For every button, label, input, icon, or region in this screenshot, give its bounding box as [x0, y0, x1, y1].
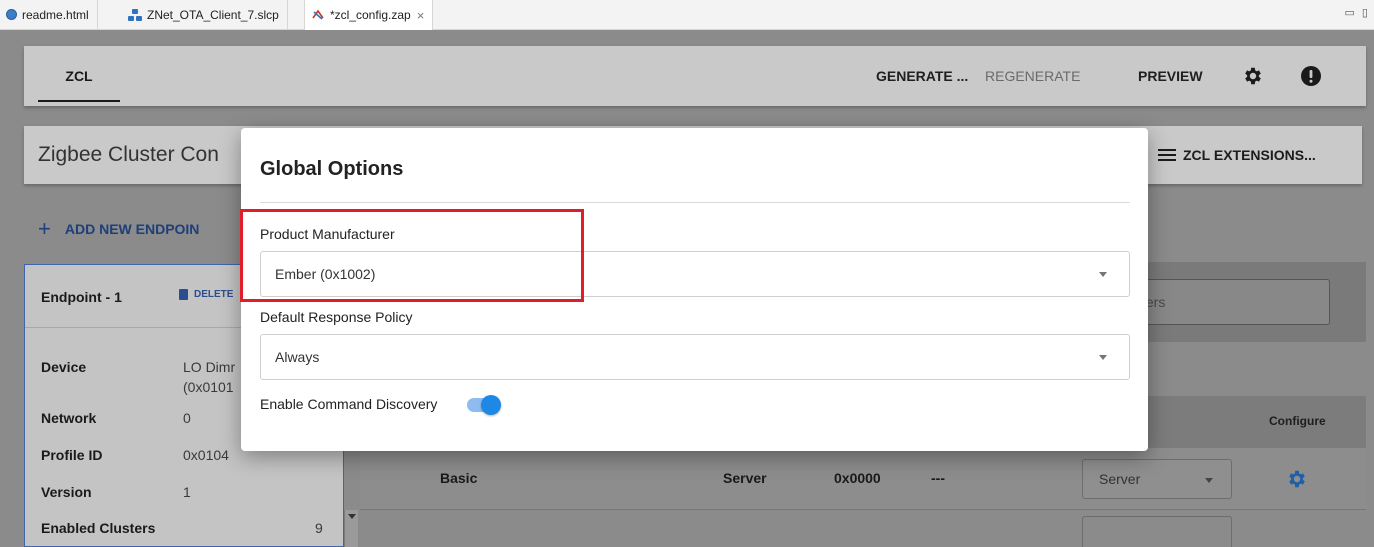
toggle-thumb [481, 395, 501, 415]
generate-button[interactable]: GENERATE ... [876, 46, 968, 106]
scroll-down-icon[interactable] [348, 514, 356, 519]
window-controls[interactable]: ▭ ▯ [1344, 6, 1370, 19]
project-icon [128, 8, 142, 22]
response-policy-value: Always [275, 349, 320, 365]
annotation-highlight-box [240, 209, 584, 302]
version-value: 1 [183, 484, 191, 500]
editor-tab-strip: readme.html ZNet_OTA_Client_7.slcp *zcl_… [0, 0, 1374, 30]
device-label: Device [41, 359, 87, 375]
profile-id-value: 0x0104 [183, 447, 229, 463]
editor-tab-zap[interactable]: *zcl_config.zap × [304, 0, 434, 30]
add-endpoint-label: ADD NEW ENDPOIN [64, 221, 200, 237]
cluster-name: Basic [440, 470, 478, 486]
configure-column-header: Configure [1269, 414, 1326, 428]
cluster-id: 0x0000 [834, 470, 881, 486]
tab-active-indicator [38, 100, 120, 102]
globe-icon [6, 9, 17, 20]
editor-tab-readme[interactable]: readme.html [0, 0, 98, 29]
zap-file-icon [311, 8, 325, 22]
exclamation-icon[interactable] [1300, 65, 1322, 87]
version-label: Version [41, 484, 92, 500]
delete-label: DELETE [194, 289, 234, 300]
page-title: Zigbee Cluster Con [38, 143, 219, 166]
device-id-value: (0x0101 [183, 379, 234, 395]
response-policy-label: Default Response Policy [260, 309, 413, 325]
enabled-clusters-label: Enabled Clusters [41, 520, 156, 536]
menu-lines-icon [1158, 149, 1176, 161]
preview-button[interactable]: PREVIEW [1138, 46, 1203, 106]
delete-endpoint-button[interactable]: DELETE [179, 289, 233, 300]
gear-icon[interactable] [1286, 468, 1308, 490]
cluster-role-select[interactable]: Server [1082, 459, 1232, 499]
dialog-divider [260, 202, 1130, 203]
dialog-title: Global Options [260, 158, 404, 180]
close-icon[interactable]: × [417, 8, 425, 23]
cluster-side: Server [723, 470, 767, 486]
editor-tab-label: readme.html [22, 7, 89, 22]
next-row-select[interactable] [1082, 516, 1232, 547]
trash-icon [179, 289, 188, 300]
editor-tab-slcp[interactable]: ZNet_OTA_Client_7.slcp [122, 0, 288, 29]
endpoint-scrollbar[interactable] [344, 510, 358, 547]
top-toolbar: ZCL GENERATE ... REGENERATE PREVIEW [24, 46, 1366, 106]
cluster-role-value: Server [1099, 471, 1141, 487]
regenerate-button[interactable]: REGENERATE [985, 46, 1080, 106]
chevron-down-icon [1099, 355, 1107, 360]
plus-icon: + [38, 216, 51, 241]
cluster-search-input[interactable]: sters [1118, 279, 1330, 325]
command-discovery-label: Enable Command Discovery [260, 396, 438, 412]
network-label: Network [41, 410, 97, 426]
add-endpoint-button[interactable]: + ADD NEW ENDPOIN [38, 214, 199, 244]
enabled-clusters-value: 9 [315, 520, 323, 536]
response-policy-select[interactable]: Always [260, 334, 1130, 380]
network-value: 0 [183, 410, 191, 426]
profile-id-label: Profile ID [41, 447, 103, 463]
cluster-manufacturer-code: --- [931, 470, 945, 486]
zcl-extensions-label: ZCL EXTENSIONS... [1183, 147, 1316, 163]
chevron-down-icon [1205, 478, 1213, 483]
device-value: LO Dimr [183, 359, 236, 375]
editor-tab-label: ZNet_OTA_Client_7.slcp [147, 7, 279, 22]
gear-icon[interactable] [1242, 65, 1264, 87]
table-row: Basic Server 0x0000 --- Server [360, 448, 1366, 510]
chevron-down-icon [1099, 272, 1107, 277]
tab-zcl[interactable]: ZCL [38, 46, 120, 106]
command-discovery-toggle[interactable] [467, 393, 503, 417]
editor-tab-label: *zcl_config.zap [330, 8, 411, 22]
endpoint-title: Endpoint - 1 [41, 289, 122, 305]
zcl-extensions-button[interactable]: ZCL EXTENSIONS... [1158, 126, 1316, 184]
